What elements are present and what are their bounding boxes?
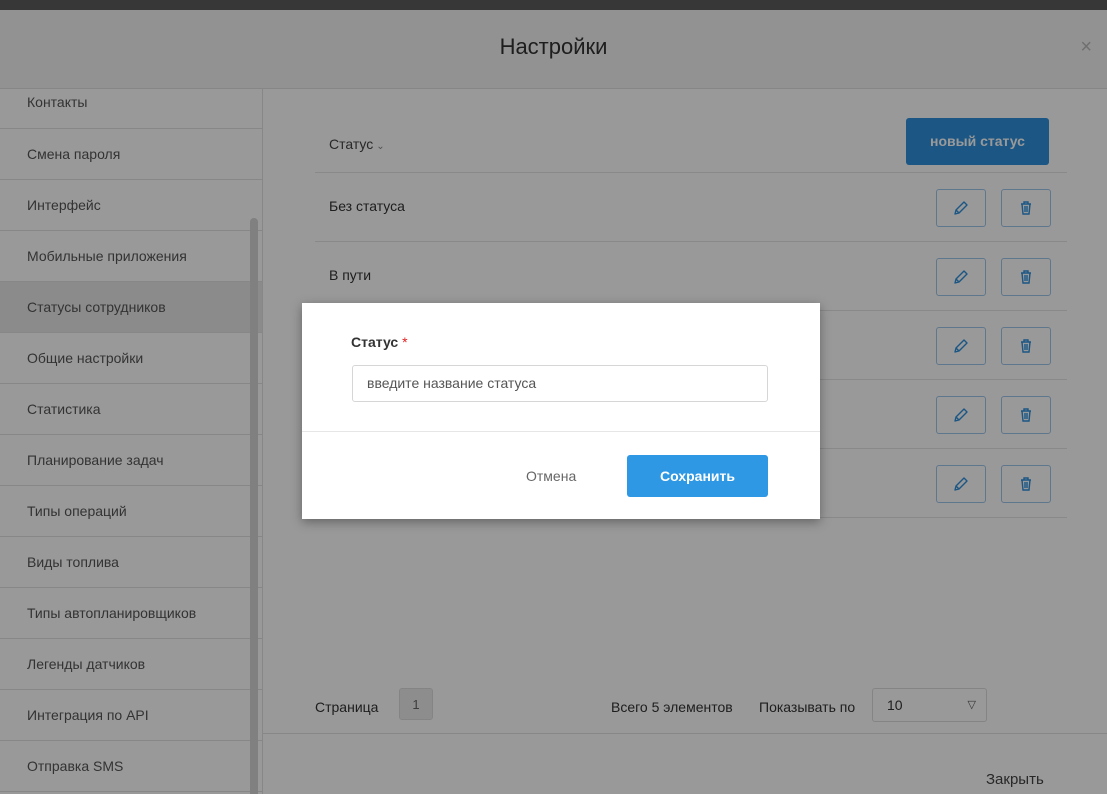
- new-status-dialog: Статус * введите название статуса Отмена…: [302, 303, 820, 519]
- required-mark: *: [402, 334, 408, 350]
- dialog-divider: [302, 431, 820, 432]
- status-field-label: Статус *: [351, 334, 408, 350]
- cancel-button[interactable]: Отмена: [526, 468, 576, 484]
- status-field-label-text: Статус: [351, 334, 399, 350]
- save-button[interactable]: Сохранить: [627, 455, 768, 497]
- status-name-input[interactable]: введите название статуса: [352, 365, 768, 402]
